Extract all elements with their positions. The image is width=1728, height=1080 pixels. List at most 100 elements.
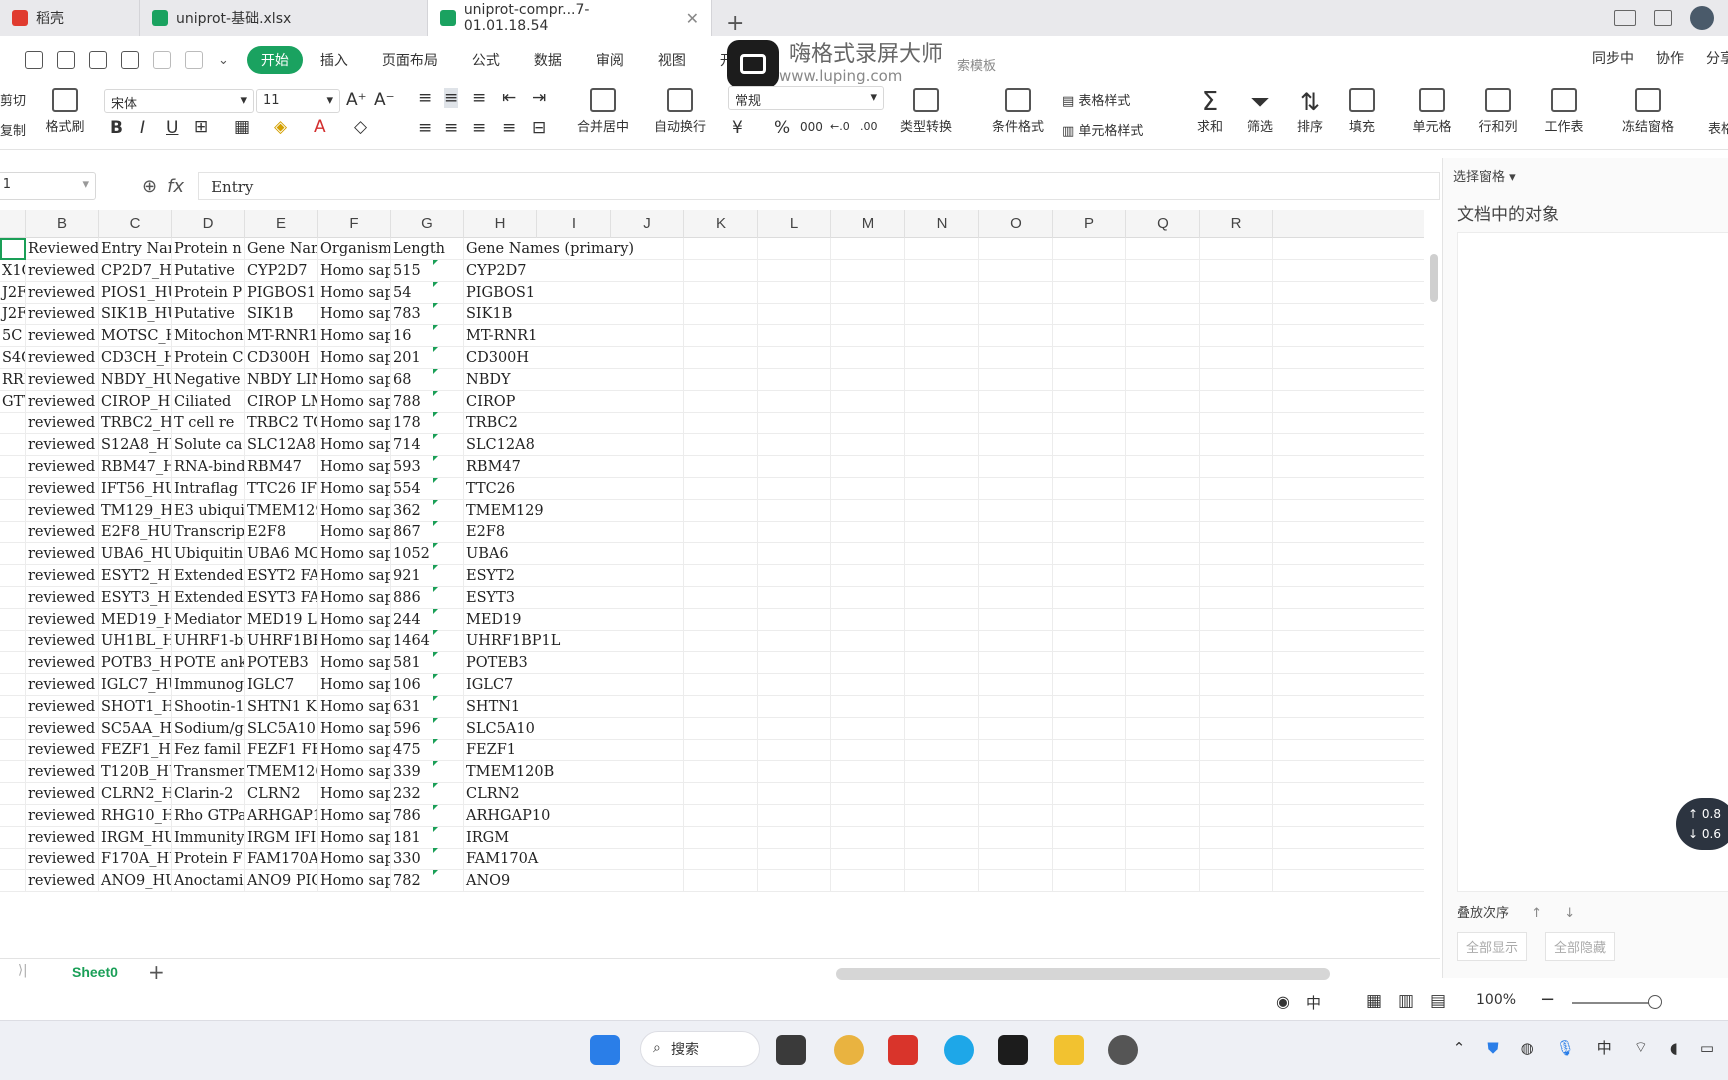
filter-button[interactable]: ⏷ 筛选 [1238,88,1282,135]
table-cell[interactable] [0,565,26,587]
table-cell[interactable] [906,805,979,827]
hide-all-button[interactable]: 全部隐藏 [1545,932,1616,961]
table-cell[interactable] [980,761,1053,783]
table-cell[interactable]: reviewed [26,609,99,631]
table-cell[interactable]: reviewed [26,739,99,761]
table-cell[interactable]: Homo sapi [318,652,391,674]
table-cell[interactable] [758,456,831,478]
table-cell[interactable] [611,652,684,674]
table-cell[interactable] [611,456,684,478]
table-cell[interactable] [1200,587,1273,609]
table-cell[interactable]: Gene Name [245,238,318,260]
table-cell[interactable] [1127,805,1200,827]
column-header-f[interactable]: F [318,210,391,238]
table-cell[interactable] [685,739,758,761]
table-cell[interactable] [611,848,684,870]
table-cell[interactable] [1053,761,1126,783]
table-cell[interactable]: TTC26 IFT [245,478,318,500]
font-size-select[interactable]: 11 ▾ [256,89,340,113]
table-cell[interactable]: CLRN2_HUM [99,783,172,805]
table-cell[interactable] [1053,303,1126,325]
table-cell[interactable] [980,325,1053,347]
table-cell[interactable]: Protein n [172,238,245,260]
table-cell[interactable]: Homo sapi [318,783,391,805]
table-cell[interactable] [1053,652,1126,674]
wrap-text-button[interactable]: 自动换行 [648,88,712,135]
table-cell[interactable]: reviewed [26,325,99,347]
table-cell[interactable] [1200,696,1273,718]
table-cell[interactable] [832,696,905,718]
table-cell[interactable]: UHRF1BP1L [245,630,318,652]
currency-icon[interactable]: ¥ [732,118,743,138]
table-cell[interactable] [980,500,1053,522]
table-cell[interactable] [685,870,758,892]
column-header-c[interactable]: C [99,210,172,238]
table-cell[interactable]: UBA6 MOP4 [245,543,318,565]
table-cell[interactable] [611,827,684,849]
table-cell[interactable] [832,870,905,892]
table-cell[interactable]: SC5AA_HUM [99,718,172,740]
table-cell[interactable] [980,827,1053,849]
sheet-nav-icon[interactable]: ⟩| [18,963,27,978]
align-bottom-icon[interactable]: ≡ [472,88,486,108]
table-cell[interactable] [832,500,905,522]
table-cell[interactable]: TMEM129 [245,500,318,522]
preview-icon[interactable] [121,51,139,69]
name-box[interactable]: A1 ▾ [0,172,96,200]
table-cell[interactable]: reviewed [26,303,99,325]
table-cell[interactable] [906,456,979,478]
table-cell[interactable] [611,587,684,609]
table-cell[interactable]: Negative [172,369,245,391]
table-cell[interactable] [980,260,1053,282]
table-cell[interactable]: reviewed [26,827,99,849]
decrease-font-icon[interactable]: A⁻ [374,90,395,110]
table-cell[interactable] [906,260,979,282]
table-cell[interactable] [1053,587,1126,609]
table-cell[interactable]: 201 [391,347,464,369]
table-cell[interactable] [611,609,684,631]
table-cell[interactable] [832,521,905,543]
table-cell[interactable] [0,543,26,565]
table-cell[interactable] [832,739,905,761]
table-cell[interactable] [832,391,905,413]
horizontal-scrollbar-thumb[interactable] [836,968,1330,980]
table-cell[interactable] [980,696,1053,718]
table-cell[interactable]: UBA6_HUMA [99,543,172,565]
table-cell[interactable] [1053,282,1126,304]
table-cell[interactable] [685,391,758,413]
table-cell[interactable]: 554 [391,478,464,500]
table-cell[interactable] [0,848,26,870]
app-icon[interactable] [1108,1035,1138,1065]
menu-formula[interactable]: 公式 [455,50,517,70]
table-cell[interactable]: 782 [391,870,464,892]
table-cell[interactable]: SLC5A10 S [245,718,318,740]
table-cell[interactable]: FEZF1_HUM [99,739,172,761]
table-cell[interactable] [1200,609,1273,631]
table-cell[interactable] [0,805,26,827]
table-cell[interactable] [685,652,758,674]
table-cell[interactable]: 244 [391,609,464,631]
table-cell[interactable] [1053,543,1126,565]
table-cell[interactable] [832,543,905,565]
table-cell[interactable]: Ubiquitin [172,543,245,565]
table-cell[interactable] [758,412,831,434]
table-cell[interactable] [1200,870,1273,892]
column-header-e[interactable]: E [245,210,318,238]
table-cell[interactable] [685,565,758,587]
table-cell[interactable] [1127,500,1200,522]
table-cell[interactable]: Homo sapi [318,718,391,740]
tab-uniprot-compr[interactable]: uniprot-compr...7-01.01.18.54 ✕ [428,0,712,36]
table-cell[interactable]: reviewed [26,848,99,870]
table-cell[interactable] [0,609,26,631]
indent-decrease-icon[interactable]: ⇤ [502,88,516,108]
table-cell[interactable]: reviewed [26,456,99,478]
table-cell[interactable]: Homo sapi [318,260,391,282]
table-cell[interactable] [758,521,831,543]
table-cell[interactable]: Entry Nam [99,238,172,260]
table-cell[interactable] [980,303,1053,325]
table-cell[interactable] [1053,456,1126,478]
table-cell[interactable]: Immunoglo [172,674,245,696]
table-cell[interactable] [611,543,684,565]
table-cell[interactable] [1200,434,1273,456]
table-cell[interactable] [980,282,1053,304]
